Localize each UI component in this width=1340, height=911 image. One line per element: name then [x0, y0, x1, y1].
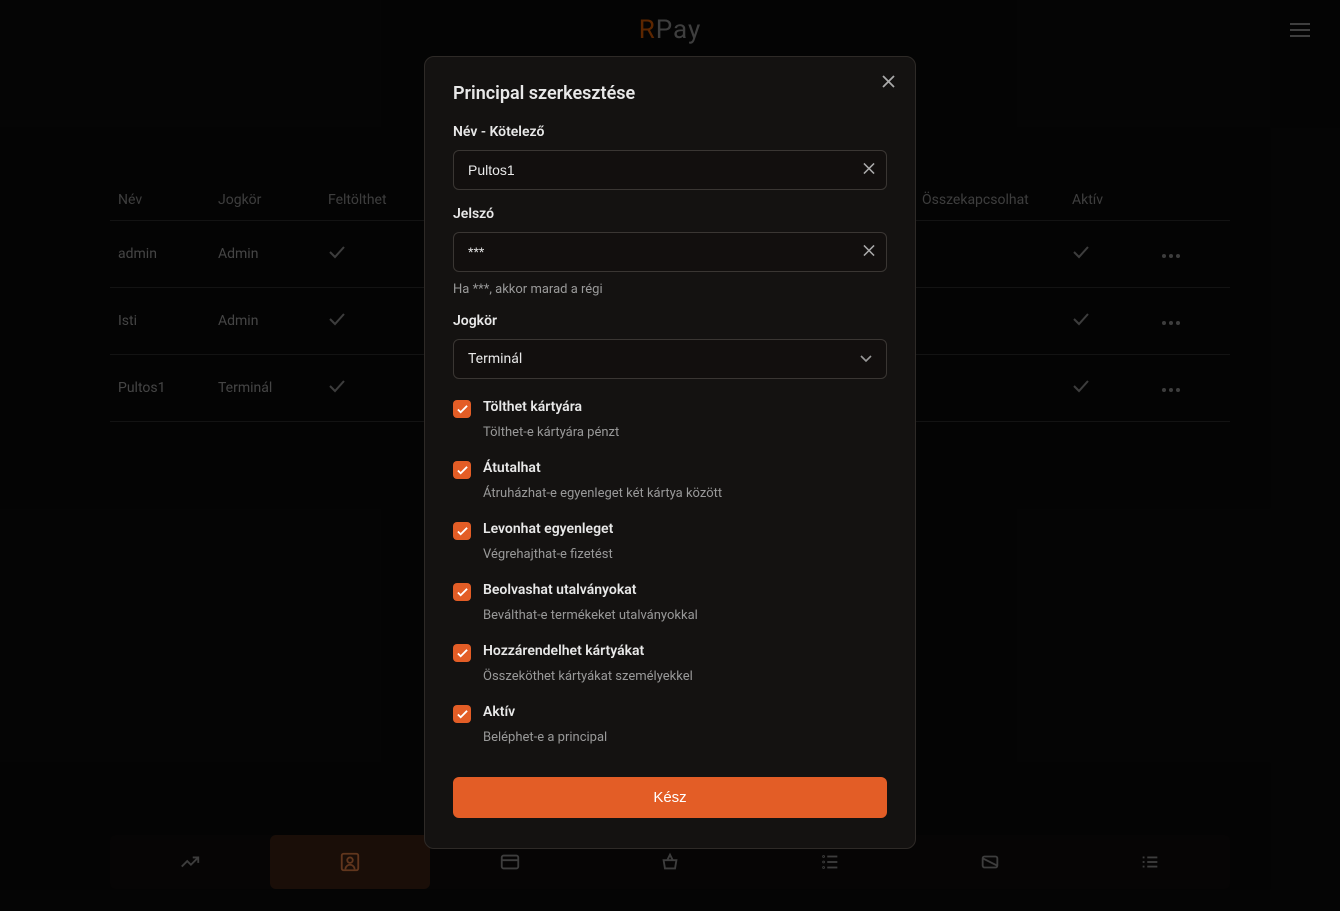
role-select[interactable]: Terminál	[453, 339, 887, 379]
name-input[interactable]	[453, 150, 887, 190]
modal-overlay[interactable]: Principal szerkesztése Név - Kötelező Je…	[0, 0, 1340, 911]
role-select-wrap: Terminál	[453, 339, 887, 379]
check-assign-cards: Hozzárendelhet kártyákat	[453, 643, 887, 662]
check-voucher: Beolvashat utalványokat	[453, 582, 887, 601]
checkbox[interactable]	[453, 522, 471, 540]
checkbox-group: Tölthet kártyára Tölthet-e kártyára pénz…	[453, 399, 887, 745]
chevron-down-icon	[860, 352, 872, 366]
check-label: Átutalhat	[483, 460, 541, 476]
close-icon[interactable]	[882, 75, 895, 91]
check-transfer: Átutalhat	[453, 460, 887, 479]
check-label: Tölthet kártyára	[483, 399, 582, 415]
name-input-wrap	[453, 150, 887, 190]
checkbox[interactable]	[453, 583, 471, 601]
check-desc: Összeköthet kártyákat személyekkel	[483, 669, 887, 684]
check-deduct: Levonhat egyenleget	[453, 521, 887, 540]
name-label: Név - Kötelező	[453, 124, 887, 140]
checkbox[interactable]	[453, 400, 471, 418]
check-label: Beolvashat utalványokat	[483, 582, 636, 598]
password-label: Jelszó	[453, 206, 887, 222]
check-label: Levonhat egyenleget	[483, 521, 613, 537]
clear-icon[interactable]	[863, 245, 875, 260]
role-selected: Terminál	[468, 351, 522, 367]
check-desc: Átruházhat-e egyenleget két kártya közöt…	[483, 486, 887, 501]
check-topup: Tölthet kártyára	[453, 399, 887, 418]
modal-title: Principal szerkesztése	[453, 83, 887, 104]
checkbox[interactable]	[453, 705, 471, 723]
role-label: Jogkör	[453, 313, 887, 329]
check-desc: Tölthet-e kártyára pénzt	[483, 425, 887, 440]
check-desc: Beléphet-e a principal	[483, 730, 887, 745]
check-active: Aktív	[453, 704, 887, 723]
checkbox[interactable]	[453, 644, 471, 662]
check-desc: Végrehajthat-e fizetést	[483, 547, 887, 562]
edit-principal-modal: Principal szerkesztése Név - Kötelező Je…	[424, 56, 916, 849]
password-input-wrap	[453, 232, 887, 272]
password-helper: Ha ***, akkor marad a régi	[453, 282, 887, 297]
submit-button[interactable]: Kész	[453, 777, 887, 818]
clear-icon[interactable]	[863, 163, 875, 178]
check-desc: Beválthat-e termékeket utalványokkal	[483, 608, 887, 623]
check-label: Aktív	[483, 704, 515, 720]
password-input[interactable]	[453, 232, 887, 272]
checkbox[interactable]	[453, 461, 471, 479]
check-label: Hozzárendelhet kártyákat	[483, 643, 644, 659]
